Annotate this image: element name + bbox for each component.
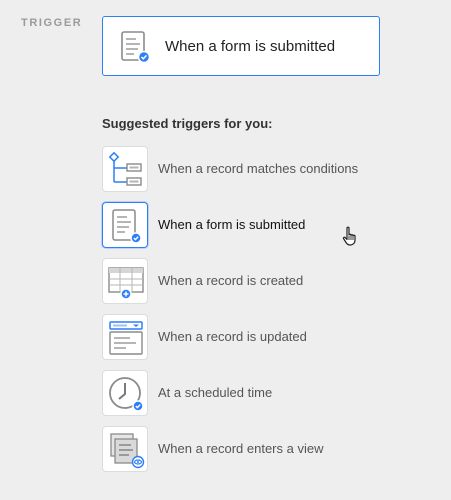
trigger-option-label: When a record enters a view xyxy=(158,441,324,456)
form-icon xyxy=(119,30,153,64)
suggested-triggers-heading: Suggested triggers for you: xyxy=(102,116,273,131)
selected-trigger-title: When a form is submitted xyxy=(165,38,336,55)
section-label: TRIGGER xyxy=(21,17,83,29)
trigger-option-label: When a record is created xyxy=(158,273,304,288)
trigger-option-label: When a record is updated xyxy=(158,329,307,344)
form-icon xyxy=(102,202,148,248)
trigger-option-record-enters-view[interactable]: When a record enters a view xyxy=(102,426,402,472)
selected-trigger-card[interactable]: When a form is submitted xyxy=(102,16,380,76)
record-created-icon xyxy=(102,258,148,304)
record-updated-icon xyxy=(102,314,148,360)
conditions-icon xyxy=(102,146,148,192)
trigger-option-label: When a form is submitted xyxy=(158,217,306,232)
trigger-option-scheduled-time[interactable]: At a scheduled time xyxy=(102,370,402,416)
clock-icon xyxy=(102,370,148,416)
trigger-option-record-matches-conditions[interactable]: When a record matches conditions xyxy=(102,146,402,192)
trigger-option-record-updated[interactable]: When a record is updated xyxy=(102,314,402,360)
hand-cursor-icon xyxy=(342,226,360,251)
trigger-option-label: When a record matches conditions xyxy=(158,161,359,176)
view-icon xyxy=(102,426,148,472)
trigger-option-label: At a scheduled time xyxy=(158,385,273,400)
trigger-option-record-created[interactable]: When a record is created xyxy=(102,258,402,304)
